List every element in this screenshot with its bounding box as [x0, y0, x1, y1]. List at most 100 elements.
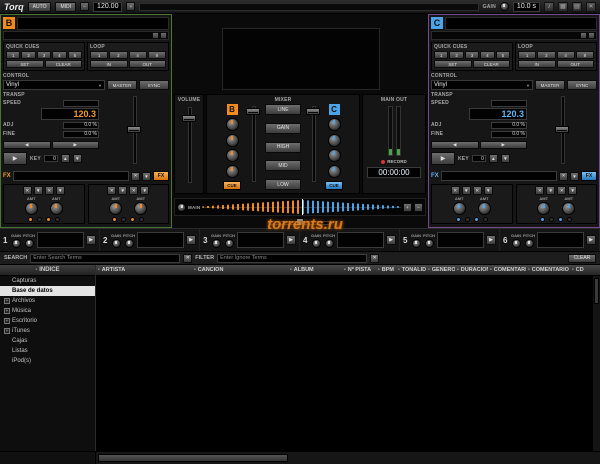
deck-c-cue-clear-button[interactable]: CLEAR — [473, 60, 511, 68]
clear-button[interactable]: CLEAR — [568, 254, 596, 263]
sampler-4-gain-knob[interactable] — [312, 239, 321, 248]
deck-c-channel-fader-thumb[interactable] — [306, 108, 320, 115]
sidebar-item-musica[interactable]: +Música — [0, 306, 95, 316]
sampler-2-gain-knob[interactable] — [112, 239, 121, 248]
sampler-5-play-button[interactable]: ▶ — [486, 235, 496, 245]
library-track-list[interactable] — [96, 276, 592, 451]
deck-b-fx3-led[interactable] — [121, 217, 126, 222]
sidebar-item-ipods[interactable]: iPod(s) — [0, 356, 95, 366]
deck-b-low-eq-knob[interactable] — [226, 165, 239, 178]
main-volume-fader[interactable] — [182, 105, 196, 185]
deck-c-fx3-led[interactable] — [549, 217, 554, 222]
deck-c-quick-cue-5[interactable]: 5 — [496, 51, 510, 59]
deck-b-master-button[interactable]: MASTER — [107, 80, 137, 90]
deck-b-control-mode-dropdown[interactable]: Vinyl ▼ — [3, 80, 105, 90]
deck-b-nudge-back-button[interactable]: ◀ — [3, 141, 51, 149]
deck-b-track-title[interactable] — [17, 17, 169, 30]
sampler-4-play-button[interactable]: ▶ — [386, 235, 396, 245]
deck-b-speed-range-display[interactable] — [63, 100, 99, 107]
high-button[interactable]: HIGH — [265, 142, 301, 153]
sampler-3-pitch-knob[interactable] — [225, 239, 234, 248]
deck-c-low-eq-knob[interactable] — [328, 165, 341, 178]
sampler-6-pitch-knob[interactable] — [525, 239, 534, 248]
column-header-comentario-1[interactable]: COMENTARIO 1 — [526, 267, 570, 273]
vertical-scrollbar[interactable] — [592, 276, 600, 451]
deck-b-fx4-select-button[interactable]: ▼ — [140, 186, 149, 195]
deck-c-quick-cue-4[interactable]: 4 — [480, 51, 494, 59]
deck-b-quick-cue-1[interactable]: 1 — [6, 51, 20, 59]
deck-c-sync-button[interactable]: SYNC — [567, 80, 597, 90]
deck-c-fx4-led[interactable] — [567, 217, 572, 222]
sampler-2-pitch-knob[interactable] — [125, 239, 134, 248]
deck-b-loop-out-button[interactable]: OUT — [129, 60, 167, 68]
column-header-genero[interactable]: GENERO — [426, 267, 455, 273]
search-clear-icon[interactable]: ✕ — [183, 254, 192, 263]
column-header-tonalidad[interactable]: TONALID. — [396, 267, 426, 273]
expand-icon[interactable]: + — [4, 328, 10, 334]
column-header-bpm[interactable]: BPM — [376, 267, 396, 273]
sampler-6-play-button[interactable]: ▶ — [586, 235, 596, 245]
sampler-1-gain-knob[interactable] — [12, 239, 21, 248]
deck-c-loop-1-button[interactable]: 1 — [518, 51, 536, 59]
deck-b-cue-clear-button[interactable]: CLEAR — [45, 60, 83, 68]
main-output-knob[interactable] — [177, 203, 186, 212]
horizontal-scrollbar-thumb[interactable] — [98, 454, 288, 462]
deck-b-loop-in-button[interactable]: IN — [90, 60, 128, 68]
deck-c-master-button[interactable]: MASTER — [535, 80, 565, 90]
deck-b-fx2-enable-led[interactable] — [46, 217, 51, 222]
column-header-comentario[interactable]: COMENTARIO — [488, 267, 526, 273]
deck-b-fx4-led[interactable] — [139, 217, 144, 222]
deck-b-fx-enable-button[interactable]: FX — [153, 171, 169, 181]
sampler-2-play-button[interactable]: ▶ — [186, 235, 196, 245]
deck-b-overview-button-1[interactable] — [152, 32, 159, 39]
crossfader-thumb[interactable] — [296, 218, 304, 226]
deck-c-loop-2-button[interactable]: 2 — [537, 51, 555, 59]
sidebar-item-escritorio[interactable]: +Escritorio — [0, 316, 95, 326]
deck-b-fx1-close-button[interactable]: ✕ — [23, 186, 32, 195]
expand-icon[interactable]: + — [4, 298, 10, 304]
deck-b-key-up-button[interactable]: ▲ — [61, 154, 70, 163]
line-button[interactable]: LINE — [265, 104, 301, 115]
deck-b-fx3-select-button[interactable]: ▼ — [118, 186, 127, 195]
tempo-up-button[interactable]: + — [126, 2, 135, 11]
horizontal-scrollbar[interactable] — [0, 451, 600, 464]
deck-c-cue-set-button[interactable]: SET — [434, 60, 472, 68]
filter-input[interactable] — [217, 254, 367, 263]
sidebar-item-capturas[interactable]: Capturas — [0, 276, 95, 286]
deck-c-fx2-amount-knob[interactable] — [478, 202, 491, 215]
deck-c-fx1-select-button[interactable]: ▼ — [462, 186, 471, 195]
deck-c-fx4-amount-knob[interactable] — [562, 202, 575, 215]
deck-b-quick-cue-4[interactable]: 4 — [52, 51, 66, 59]
master-gain-knob[interactable] — [500, 2, 509, 11]
deck-c-speed-range-display[interactable] — [491, 100, 527, 107]
deck-c-high-eq-knob[interactable] — [328, 134, 341, 147]
deck-b-fx4-close-button[interactable]: ✕ — [129, 186, 138, 195]
sidebar-item-itunes[interactable]: +iTunes — [0, 326, 95, 336]
deck-c-loop-4-button[interactable]: 4 — [557, 51, 575, 59]
record-control[interactable]: RECORD — [381, 159, 407, 164]
panel-layout-icon[interactable]: ▤ — [572, 2, 582, 12]
deck-c-key-up-button[interactable]: ▲ — [489, 154, 498, 163]
deck-b-quick-cue-2[interactable]: 2 — [21, 51, 35, 59]
deck-c-fx3-amount-knob[interactable] — [537, 202, 550, 215]
close-icon[interactable]: ✕ — [586, 2, 596, 12]
low-button[interactable]: LOW — [265, 179, 301, 190]
deck-c-quick-cue-3[interactable]: 3 — [465, 51, 479, 59]
column-header-pista[interactable]: Nº PISTA — [342, 267, 376, 273]
deck-c-quick-cue-1[interactable]: 1 — [434, 51, 448, 59]
deck-c-control-mode-dropdown[interactable]: Vinyl ▼ — [431, 80, 533, 90]
filter-clear-icon[interactable]: ✕ — [370, 254, 379, 263]
midi-button[interactable]: MIDI — [55, 2, 76, 12]
deck-c-key-down-button[interactable]: ▼ — [501, 154, 510, 163]
deck-b-fx4-enable-led[interactable] — [130, 217, 135, 222]
deck-b-cue-button[interactable]: CUE — [223, 181, 241, 190]
column-header-cancion[interactable]: CANCIÓN — [192, 267, 288, 273]
deck-b-effect-slot[interactable] — [13, 171, 129, 181]
deck-b-loop-8-button[interactable]: 8 — [148, 51, 166, 59]
deck-b-nudge-forward-button[interactable]: ▶ — [52, 141, 100, 149]
deck-c-gain-knob[interactable] — [328, 118, 341, 131]
sampler-3-play-button[interactable]: ▶ — [286, 235, 296, 245]
deck-b-effect-remove-button[interactable]: ✕ — [131, 172, 140, 181]
deck-b-fx4-amount-knob[interactable] — [134, 202, 147, 215]
deck-c-fx3-enable-led[interactable] — [540, 217, 545, 222]
